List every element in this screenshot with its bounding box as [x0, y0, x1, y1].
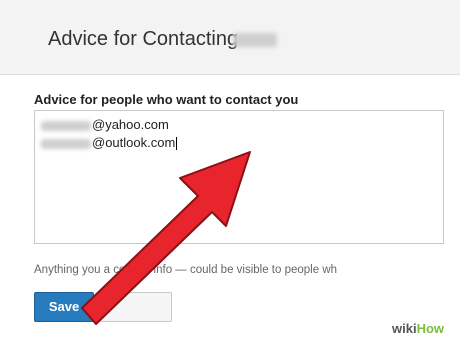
- save-button[interactable]: Save: [34, 292, 94, 322]
- redacted-email-user: [41, 138, 91, 149]
- cancel-button[interactable]: [100, 292, 172, 322]
- wikihow-watermark: wikiHow: [380, 318, 456, 340]
- text-caret: [176, 137, 178, 151]
- email-domain-yahoo: @yahoo.com: [92, 117, 169, 132]
- advice-textarea[interactable]: @yahoo.com @outlook.com: [34, 110, 444, 244]
- email-domain-outlook: @outlook.com: [92, 135, 176, 150]
- visibility-hint: Anything you a contact info — could be v…: [34, 264, 338, 276]
- textarea-line-1: @yahoo.com: [41, 117, 169, 132]
- dialog-header: Advice for Contacting: [0, 0, 460, 75]
- textarea-line-2: @outlook.com: [41, 135, 178, 151]
- advice-field-label: Advice for people who want to contact yo…: [34, 92, 299, 107]
- redacted-name: [233, 33, 277, 47]
- dialog-title: Advice for Contacting: [48, 28, 239, 50]
- redacted-email-user: [41, 120, 91, 131]
